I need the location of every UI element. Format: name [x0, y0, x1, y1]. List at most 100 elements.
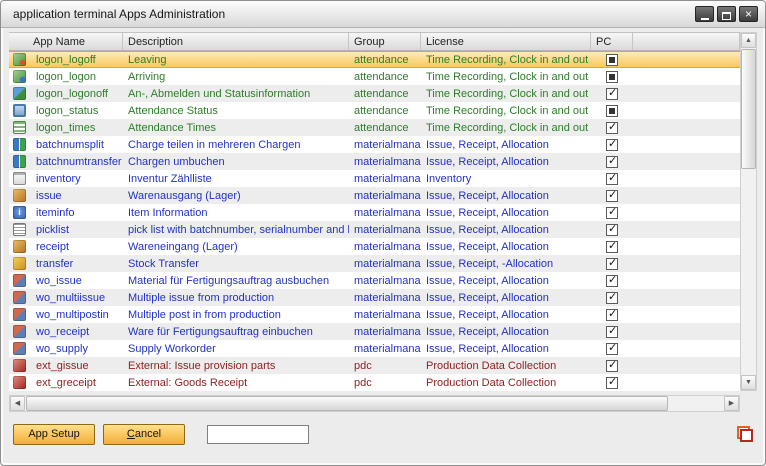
cell-pc — [591, 258, 633, 270]
pc-checkbox[interactable] — [606, 275, 618, 287]
table-row[interactable]: batchnumsplit Charge teilen in mehreren … — [9, 136, 740, 153]
pc-checkbox[interactable] — [606, 258, 618, 270]
cell-pc — [591, 88, 633, 100]
cell-app-name: wo_receipt — [31, 326, 123, 338]
wo-supply-icon — [13, 342, 26, 355]
cell-app-name: wo_multiissue — [31, 292, 123, 304]
cell-pc — [591, 71, 633, 83]
table-row[interactable]: picklist pick list with batchnumber, ser… — [9, 221, 740, 238]
table-row[interactable]: logon_logoff Leaving attendance Time Rec… — [9, 51, 740, 68]
pc-checkbox[interactable] — [606, 224, 618, 236]
maximize-button[interactable] — [717, 6, 736, 22]
iteminfo-icon — [13, 206, 26, 219]
scroll-left-button[interactable]: ◀ — [10, 396, 25, 411]
picklist-icon — [13, 223, 26, 236]
vertical-scroll-thumb[interactable] — [741, 49, 756, 169]
titlebar[interactable]: application terminal Apps Administration… — [1, 1, 765, 28]
scroll-down-icon: ▼ — [745, 379, 752, 386]
vertical-scrollbar[interactable]: ▲ ▼ — [740, 32, 757, 391]
cell-app-name: logon_logon — [31, 71, 123, 83]
cell-group: materialmanagement — [349, 292, 421, 304]
table-row[interactable]: wo_receipt Ware für Fertigungsauftrag ei… — [9, 323, 740, 340]
pc-checkbox[interactable] — [606, 207, 618, 219]
table-row[interactable]: transfer Stock Transfer materialmanageme… — [9, 255, 740, 272]
table-row[interactable]: wo_supply Supply Workorder materialmanag… — [9, 340, 740, 357]
cell-pc — [591, 156, 633, 168]
table-row[interactable]: wo_issue Material für Fertigungsauftrag … — [9, 272, 740, 289]
pc-checkbox[interactable] — [606, 88, 618, 100]
pc-checkbox[interactable] — [606, 105, 618, 117]
app-setup-button[interactable]: App Setup — [13, 424, 95, 445]
header-app-name[interactable]: App Name — [9, 33, 123, 50]
pc-checkbox[interactable] — [606, 292, 618, 304]
cell-description: Stock Transfer — [123, 258, 349, 270]
resize-grip-icon[interactable] — [737, 426, 753, 442]
cell-license: Issue, Receipt, Allocation — [421, 292, 591, 304]
cell-group: materialmanagement — [349, 258, 421, 270]
table-row[interactable]: batchnumtransfer Chargen umbuchen materi… — [9, 153, 740, 170]
minimize-button[interactable] — [695, 6, 714, 22]
cancel-button[interactable]: Cancel — [103, 424, 185, 445]
horizontal-scrollbar[interactable]: ◀ ▶ — [9, 395, 740, 412]
cell-description: Charge teilen in mehreren Chargen — [123, 139, 349, 151]
table-row[interactable]: wo_multiissue Multiple issue from produc… — [9, 289, 740, 306]
table-row[interactable]: iteminfo Item Information materialmanage… — [9, 204, 740, 221]
scroll-up-button[interactable]: ▲ — [741, 33, 756, 48]
window-title: application terminal Apps Administration — [13, 7, 695, 21]
cell-description: External: Issue provision parts — [123, 360, 349, 372]
cell-app-name: wo_multipostin — [31, 309, 123, 321]
header-group[interactable]: Group — [349, 33, 421, 50]
pc-checkbox[interactable] — [606, 326, 618, 338]
cell-group: pdc — [349, 377, 421, 389]
table-row[interactable]: ext_greceipt External: Goods Receipt pdc… — [9, 374, 740, 391]
pc-checkbox[interactable] — [606, 377, 618, 389]
pc-checkbox[interactable] — [606, 122, 618, 134]
apps-table: App Name Description Group License PC lo… — [9, 32, 757, 412]
horizontal-scroll-thumb[interactable] — [26, 396, 668, 411]
cell-group: materialmanagement — [349, 173, 421, 185]
cell-pc — [591, 377, 633, 389]
cell-license: Issue, Receipt, Allocation — [421, 224, 591, 236]
cell-description: pick list with batchnumber, serialnumber… — [123, 224, 349, 236]
cell-app-name: picklist — [31, 224, 123, 236]
table-body: logon_logoff Leaving attendance Time Rec… — [9, 51, 740, 391]
pc-checkbox[interactable] — [606, 54, 618, 66]
cell-pc — [591, 173, 633, 185]
table-row[interactable]: ext_gissue External: Issue provision par… — [9, 357, 740, 374]
table-row[interactable]: logon_logonoff An-, Abmelden und Statusi… — [9, 85, 740, 102]
cell-group: materialmanagement — [349, 156, 421, 168]
wo-receipt-icon — [13, 325, 26, 338]
pc-checkbox[interactable] — [606, 309, 618, 321]
table-row[interactable]: issue Warenausgang (Lager) materialmanag… — [9, 187, 740, 204]
pc-checkbox[interactable] — [606, 360, 618, 372]
pc-checkbox[interactable] — [606, 139, 618, 151]
table-row[interactable]: logon_logon Arriving attendance Time Rec… — [9, 68, 740, 85]
pc-checkbox[interactable] — [606, 343, 618, 355]
footer-text-input[interactable] — [207, 425, 309, 444]
cell-group: attendance — [349, 88, 421, 100]
table-row[interactable]: receipt Wareneingang (Lager) materialman… — [9, 238, 740, 255]
pc-checkbox[interactable] — [606, 156, 618, 168]
cancel-label: Cancel — [116, 428, 172, 440]
table-row[interactable]: logon_status Attendance Status attendanc… — [9, 102, 740, 119]
pc-checkbox[interactable] — [606, 241, 618, 253]
close-button[interactable]: × — [739, 6, 758, 22]
pc-checkbox[interactable] — [606, 71, 618, 83]
scroll-right-button[interactable]: ▶ — [724, 396, 739, 411]
scroll-down-button[interactable]: ▼ — [741, 375, 756, 390]
table-row[interactable]: logon_times Attendance Times attendance … — [9, 119, 740, 136]
pc-checkbox[interactable] — [606, 190, 618, 202]
header-license[interactable]: License — [421, 33, 591, 50]
cell-description: Item Information — [123, 207, 349, 219]
table-row[interactable]: inventory Inventur Zählliste materialman… — [9, 170, 740, 187]
header-description[interactable]: Description — [123, 33, 349, 50]
table-row[interactable]: wo_multipostin Multiple post in from pro… — [9, 306, 740, 323]
logon-logoff-icon — [13, 53, 26, 66]
batchnumtransfer-icon — [13, 155, 26, 168]
cell-app-name: ext_greceipt — [31, 377, 123, 389]
cell-group: attendance — [349, 54, 421, 66]
header-pc[interactable]: PC — [591, 33, 633, 50]
pc-checkbox[interactable] — [606, 173, 618, 185]
scroll-right-icon: ▶ — [729, 400, 734, 407]
cell-app-name: receipt — [31, 241, 123, 253]
